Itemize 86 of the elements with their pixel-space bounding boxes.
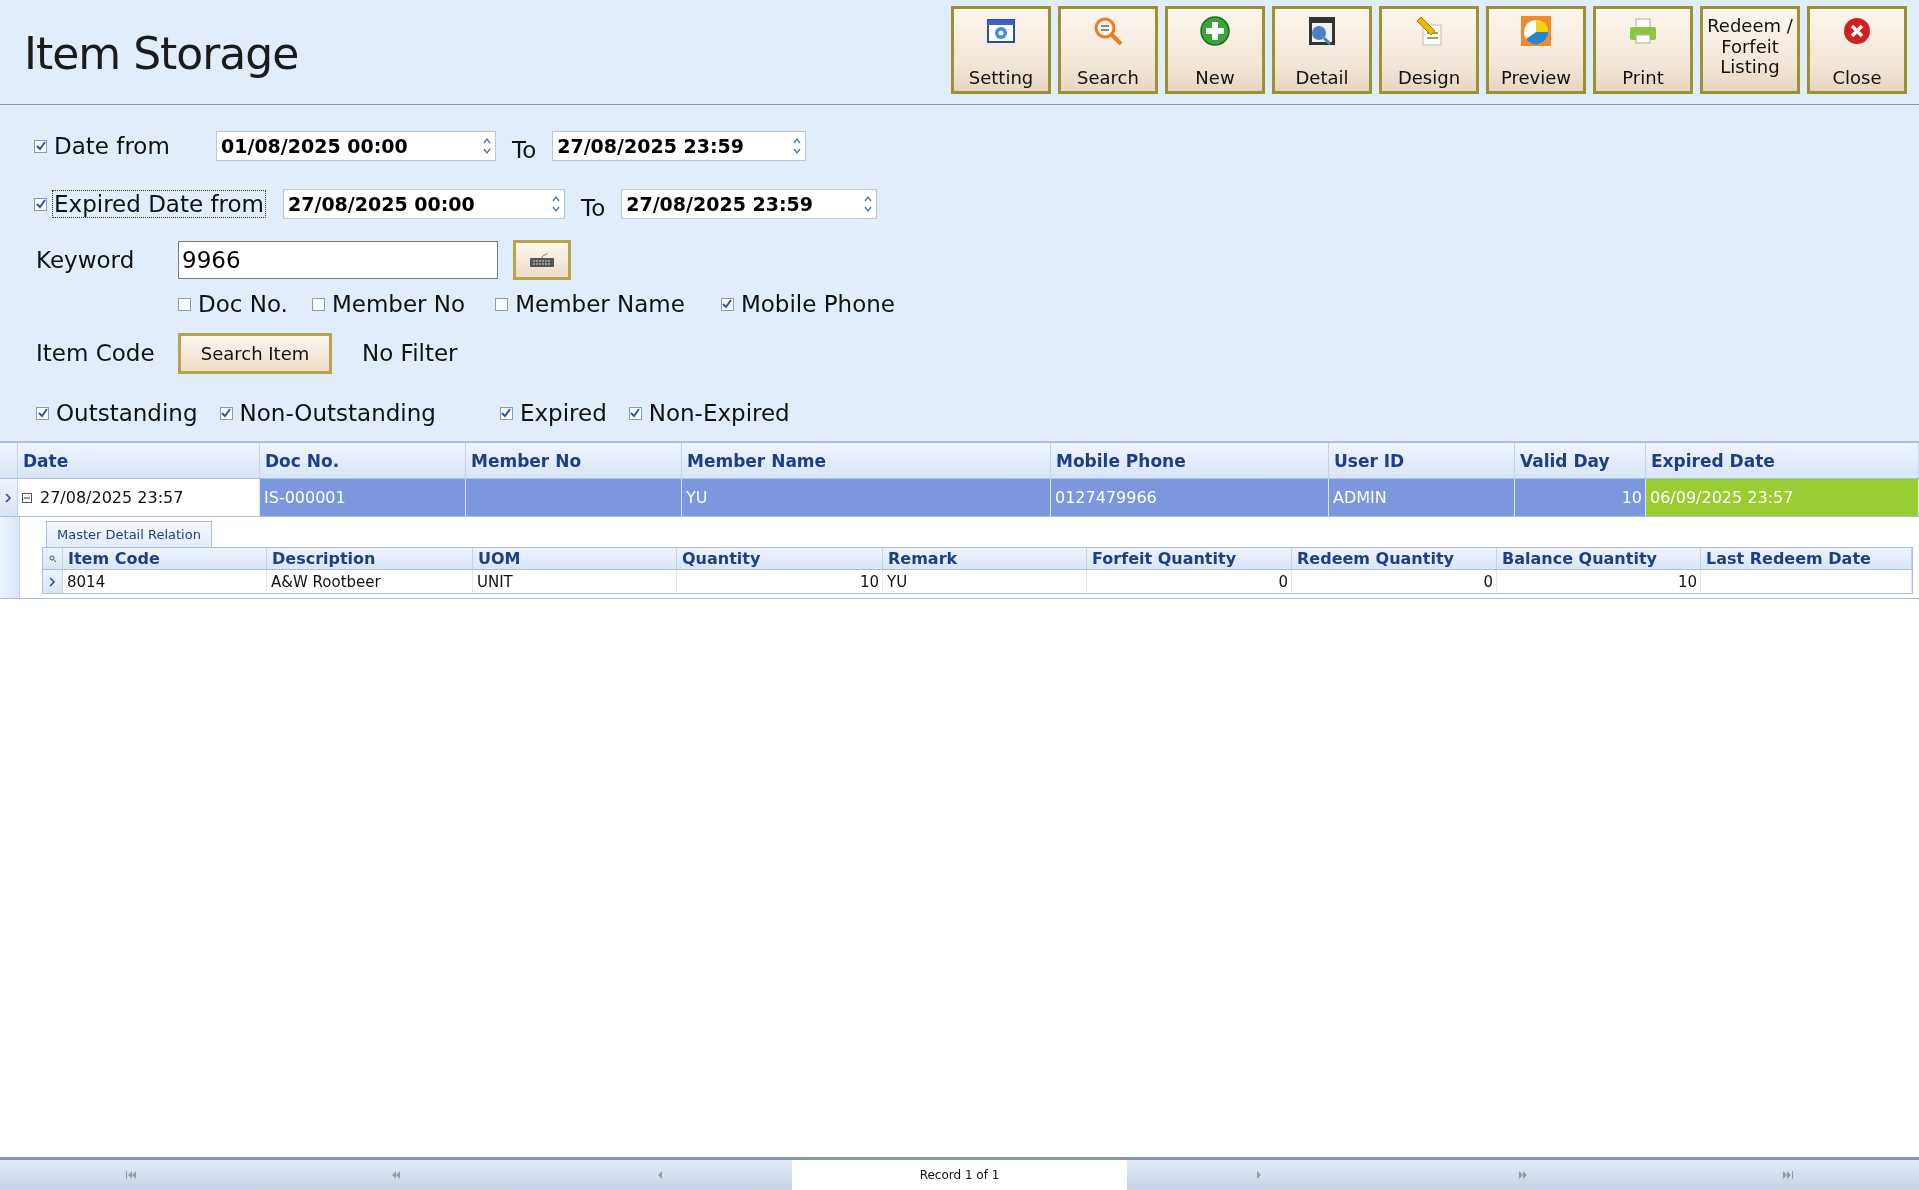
window-title: Item Storage [24,28,299,79]
to-label: To [511,136,538,164]
toolbar-button[interactable]: Setting [951,6,1051,94]
toolbar-button[interactable]: Design [1379,6,1479,94]
column-header[interactable]: Item Code [63,548,267,569]
pie-chart-icon [1520,15,1552,47]
checkbox-label: Expired [518,399,608,427]
keyboard-icon [529,252,555,268]
checkbox[interactable] [36,406,49,420]
checkbox-label: Mobile Phone [739,290,896,318]
table-row[interactable]: 27/08/2025 23:57 IS-000001 YU 0127479966 ADMIN 10 06/09/2025 23:57 [0,479,1919,517]
row-indicator-icon [5,492,12,503]
date-field[interactable]: 01/08/2025 00:00 [216,131,496,161]
document-icon [1306,15,1338,47]
checkbox[interactable] [628,406,642,420]
table-cell: 0127479966 [1051,479,1329,516]
checkbox[interactable] [219,406,233,420]
printer-icon [1627,15,1659,47]
spin-icon[interactable] [552,195,560,213]
keyboard-button[interactable] [513,240,571,280]
date-field[interactable]: 27/08/2025 23:59 [621,189,878,219]
spin-icon[interactable] [483,137,491,155]
collapse-icon[interactable] [22,492,32,503]
table-cell: ADMIN [1329,479,1515,516]
detail-tab[interactable]: Master Detail Relation [46,521,212,547]
column-header[interactable]: Remark [883,548,1087,569]
date-field[interactable]: 27/08/2025 23:59 [552,131,807,161]
date-field[interactable]: 27/08/2025 00:00 [283,189,565,219]
column-header[interactable]: UOM [473,548,677,569]
keyword-field[interactable]: 9966 [178,241,498,279]
checkbox-label: Outstanding [55,399,199,427]
add-icon [1199,15,1231,47]
checkbox[interactable] [720,297,734,311]
checkbox-label: Doc No. [197,290,289,318]
table-cell: YU [682,479,1051,516]
row-indicator-icon [49,576,56,587]
column-header[interactable]: Member Name [682,443,1051,478]
filter-label: Item Code [35,339,156,367]
checkbox-label: Non-Expired [647,399,791,427]
checkbox[interactable] [311,297,325,311]
toolbar-button[interactable]: Close [1807,6,1907,94]
nav-arrow-icon [125,1170,139,1180]
table-cell: 10 [1515,479,1646,516]
column-header[interactable]: Forfeit Quantity [1087,548,1292,569]
checkbox-label: Member No [330,290,467,318]
checkbox[interactable] [495,297,509,311]
toolbar-button[interactable]: Search [1058,6,1158,94]
checkbox[interactable] [178,297,191,311]
table-cell: 06/09/2025 23:57 [1646,479,1919,516]
search-icon[interactable] [48,554,57,563]
nav-arrow-icon [1780,1170,1794,1180]
checkbox[interactable] [34,139,47,153]
toolbar-button[interactable]: Print [1593,6,1693,94]
spin-icon[interactable] [793,137,802,155]
checkbox[interactable] [34,197,47,211]
filter-label: Expired Date from [52,190,266,218]
filter-label: Keyword [35,246,136,274]
column-header[interactable]: Quantity [677,548,883,569]
column-header[interactable]: Doc No. [260,443,466,478]
column-header[interactable]: Redeem Quantity [1292,548,1497,569]
filter-label: Date from [53,132,171,160]
column-header[interactable]: Description [267,548,473,569]
nav-arrow-icon [1516,1170,1530,1180]
column-header[interactable]: User ID [1329,443,1515,478]
toolbar-button[interactable]: New [1165,6,1265,94]
checkbox-label: Non-Outstanding [238,399,437,427]
column-header[interactable]: Balance Quantity [1497,548,1701,569]
record-counter: Record 1 of 1 [792,1160,1127,1190]
to-label: To [580,194,607,222]
search-icon [1092,15,1124,47]
toolbar-button[interactable]: Preview [1486,6,1586,94]
column-header[interactable]: Valid Day [1515,443,1646,478]
toolbar-button[interactable]: Redeem / Forfeit Listing [1700,6,1800,94]
spin-icon[interactable] [864,195,873,213]
toolbar-button[interactable]: Detail [1272,6,1372,94]
search-item-button[interactable]: Search Item [178,332,332,374]
checkbox[interactable] [499,406,513,420]
column-header[interactable]: Expired Date [1646,443,1919,478]
column-header[interactable]: Member No [466,443,682,478]
column-header[interactable]: Mobile Phone [1051,443,1329,478]
close-icon [1841,15,1873,47]
filter-status-text: No Filter [361,339,459,367]
table-cell: IS-000001 [260,479,466,516]
column-header[interactable]: Last Redeem Date [1701,548,1912,569]
column-header[interactable]: Date [18,443,260,478]
checkbox-label: Member Name [514,290,686,318]
